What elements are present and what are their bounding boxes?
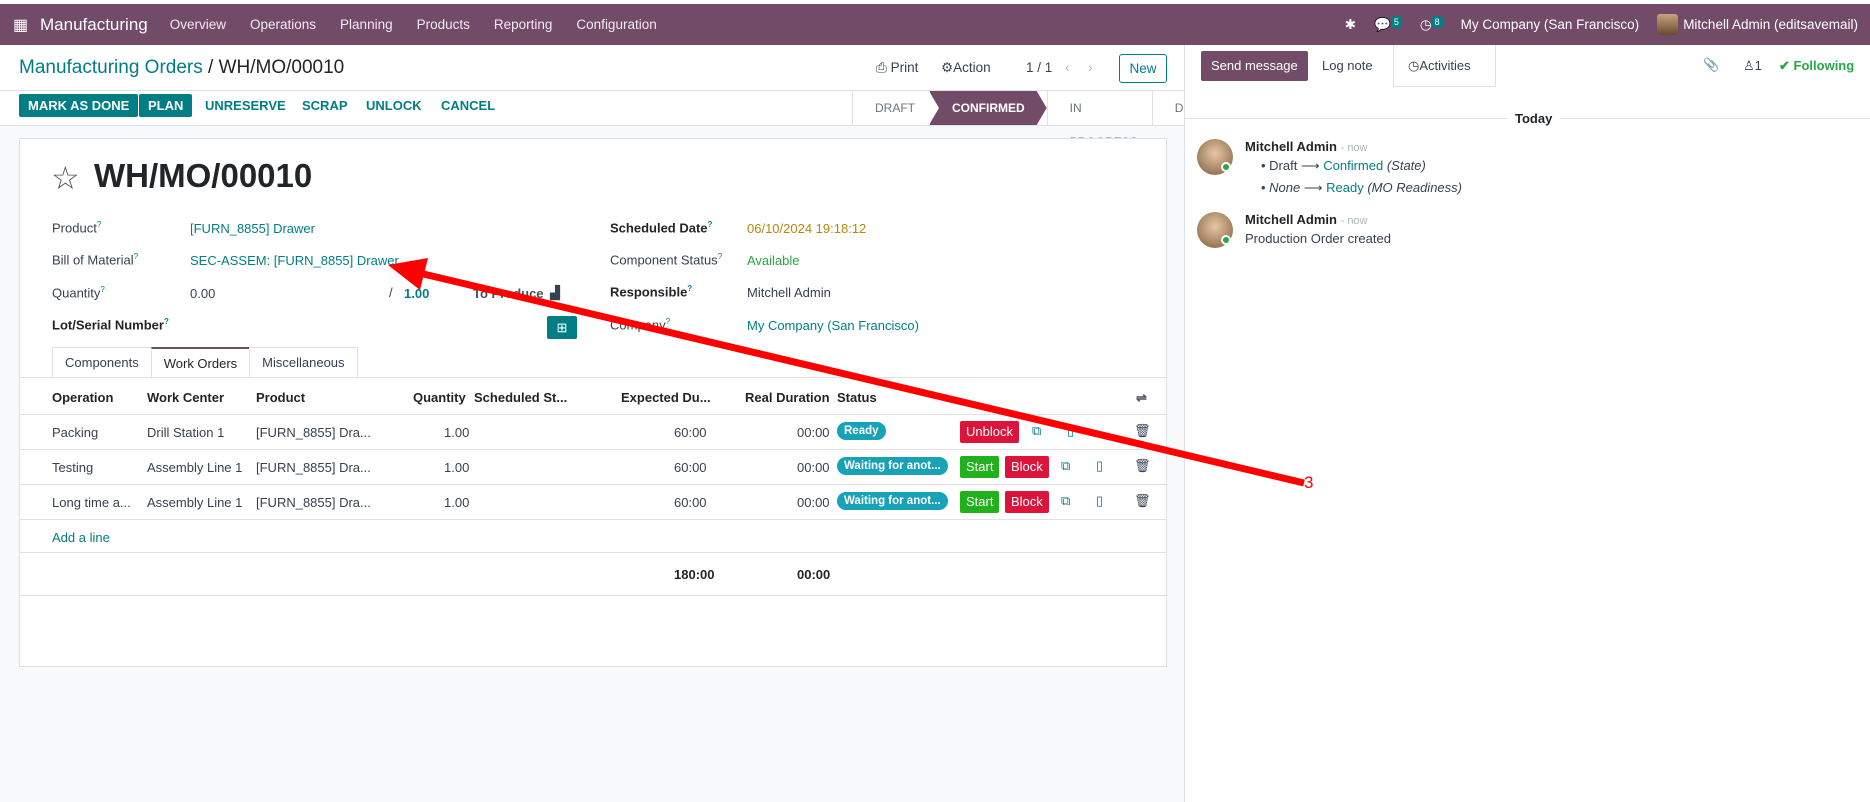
annotation-arrow-shaft	[414, 268, 1305, 487]
annotation-label: 3	[1304, 473, 1314, 492]
annotation-arrow	[388, 258, 1305, 487]
annotation-arrow-head	[388, 258, 428, 290]
